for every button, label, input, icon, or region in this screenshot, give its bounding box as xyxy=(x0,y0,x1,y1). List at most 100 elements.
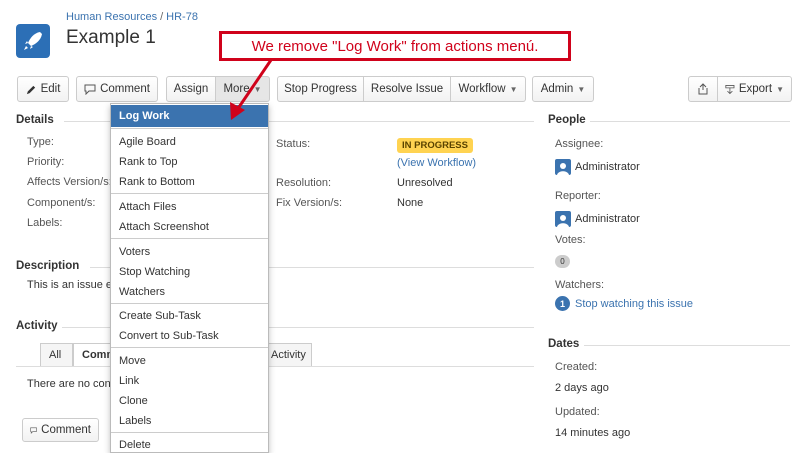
menu-item-watchers[interactable]: Watchers xyxy=(111,281,268,303)
activity-heading: Activity xyxy=(16,320,58,332)
chevron-down-icon: ▼ xyxy=(509,84,518,94)
export-button[interactable]: Export ▼ xyxy=(718,76,792,102)
watchers-label: Watchers: xyxy=(555,279,605,291)
tab-all[interactable]: All xyxy=(40,343,73,366)
status-label: Status: xyxy=(276,138,311,150)
view-workflow-link[interactable]: (View Workflow) xyxy=(397,157,476,169)
more-actions-menu: Log Work Agile Board Rank to Top Rank to… xyxy=(110,103,269,453)
votes-count[interactable]: 0 xyxy=(555,253,570,268)
workflow-button[interactable]: Workflow ▼ xyxy=(451,76,526,102)
bottom-comment-button[interactable]: Comment xyxy=(22,418,99,442)
menu-item-attach-files[interactable]: Attach Files xyxy=(111,196,268,218)
breadcrumb: Human Resources / HR-78 xyxy=(66,11,198,23)
chevron-down-icon: ▼ xyxy=(577,84,586,94)
pencil-icon xyxy=(26,85,35,94)
watchers-count: 1 xyxy=(555,296,570,311)
votes-label: Votes: xyxy=(555,234,586,246)
created-value: 2 days ago xyxy=(555,382,609,394)
labels-label: Labels: xyxy=(27,217,63,229)
priority-label: Priority: xyxy=(27,156,65,168)
project-avatar[interactable] xyxy=(16,24,50,58)
tab-activity[interactable]: Activity xyxy=(262,343,312,366)
comment-label: Comment xyxy=(100,83,150,95)
tabs-baseline xyxy=(16,366,534,367)
export-label: Export xyxy=(738,83,773,95)
resolution-value: Unresolved xyxy=(397,177,453,189)
menu-item-create-sub-task[interactable]: Create Sub-Task xyxy=(111,305,268,327)
menu-item-rank-to-top[interactable]: Rank to Top xyxy=(111,151,268,173)
people-divider xyxy=(590,121,790,122)
annotation-callout: We remove "Log Work" from actions menú. xyxy=(219,31,571,61)
fix-version-value: None xyxy=(397,197,424,209)
menu-separator xyxy=(111,128,268,129)
menu-separator xyxy=(111,303,268,304)
avatar xyxy=(555,159,571,175)
breadcrumb-project-link[interactable]: Human Resources xyxy=(66,11,157,23)
tab-comments[interactable]: Comm xyxy=(73,343,116,366)
status-badge-text: IN PROGRESS xyxy=(397,138,473,153)
stop-watching-link[interactable]: 1 Stop watching this issue xyxy=(555,296,693,311)
reporter-user[interactable]: Administrator xyxy=(555,211,640,227)
menu-item-delete[interactable]: Delete xyxy=(111,434,268,453)
resolve-issue-button[interactable]: Resolve Issue xyxy=(364,76,451,102)
menu-separator xyxy=(111,347,268,348)
menu-item-rank-to-bottom[interactable]: Rank to Bottom xyxy=(111,171,268,193)
votes-count-text: 0 xyxy=(555,255,570,268)
avatar xyxy=(555,211,571,227)
share-button[interactable] xyxy=(688,76,718,102)
menu-item-voters[interactable]: Voters xyxy=(111,241,268,263)
menu-separator xyxy=(111,193,268,194)
page-title: Example 1 xyxy=(66,27,156,48)
bottom-comment-label: Comment xyxy=(41,424,91,436)
fix-version-label: Fix Version/s: xyxy=(276,197,343,209)
reporter-label: Reporter: xyxy=(555,190,601,202)
dates-divider xyxy=(584,345,790,346)
affects-version-label: Affects Version/s: xyxy=(27,176,112,188)
breadcrumb-separator: / xyxy=(160,11,164,23)
comment-icon xyxy=(84,84,96,95)
menu-item-move[interactable]: Move xyxy=(111,350,268,372)
edit-label: Edit xyxy=(40,83,61,95)
description-text: This is an issue e xyxy=(27,279,112,291)
breadcrumb-issue-key[interactable]: HR-78 xyxy=(166,11,198,23)
menu-separator xyxy=(111,432,268,433)
activity-empty-text: There are no con xyxy=(27,378,111,390)
edit-button[interactable]: Edit xyxy=(17,76,69,102)
details-heading: Details xyxy=(16,114,54,126)
share-icon xyxy=(698,83,708,95)
rocket-icon xyxy=(24,32,42,50)
comment-icon xyxy=(30,427,37,434)
menu-item-stop-watching[interactable]: Stop Watching xyxy=(111,261,268,283)
annotation-arrow-icon xyxy=(230,59,273,120)
stop-watching-text: Stop watching this issue xyxy=(575,297,694,310)
stop-progress-button[interactable]: Stop Progress xyxy=(277,76,364,102)
updated-value: 14 minutes ago xyxy=(555,427,631,439)
chevron-down-icon: ▼ xyxy=(776,84,784,94)
assign-button[interactable]: Assign xyxy=(166,76,216,102)
updated-label: Updated: xyxy=(555,406,600,418)
user-icon xyxy=(557,163,569,175)
export-icon xyxy=(725,84,735,94)
menu-item-link[interactable]: Link xyxy=(111,370,268,392)
dates-heading: Dates xyxy=(548,338,580,350)
workflow-label: Workflow xyxy=(458,83,506,95)
admin-button[interactable]: Admin ▼ xyxy=(532,76,594,102)
reporter-name: Administrator xyxy=(575,213,640,225)
resolution-label: Resolution: xyxy=(276,177,332,189)
description-heading: Description xyxy=(16,260,80,272)
menu-item-labels[interactable]: Labels xyxy=(111,410,268,432)
admin-label: Admin xyxy=(540,83,574,95)
people-heading: People xyxy=(548,114,586,126)
menu-item-agile-board[interactable]: Agile Board xyxy=(111,131,268,153)
assignee-name: Administrator xyxy=(575,161,640,173)
assignee-user[interactable]: Administrator xyxy=(555,159,640,175)
user-icon xyxy=(557,215,569,227)
type-label: Type: xyxy=(27,136,54,148)
menu-item-attach-screenshot[interactable]: Attach Screenshot xyxy=(111,216,268,238)
status-badge: IN PROGRESS xyxy=(397,137,473,153)
menu-separator xyxy=(111,238,268,239)
menu-item-clone[interactable]: Clone xyxy=(111,390,268,412)
menu-item-convert-to-sub-task[interactable]: Convert to Sub-Task xyxy=(111,325,268,347)
component-label: Component/s: xyxy=(27,197,96,209)
comment-button[interactable]: Comment xyxy=(76,76,158,102)
